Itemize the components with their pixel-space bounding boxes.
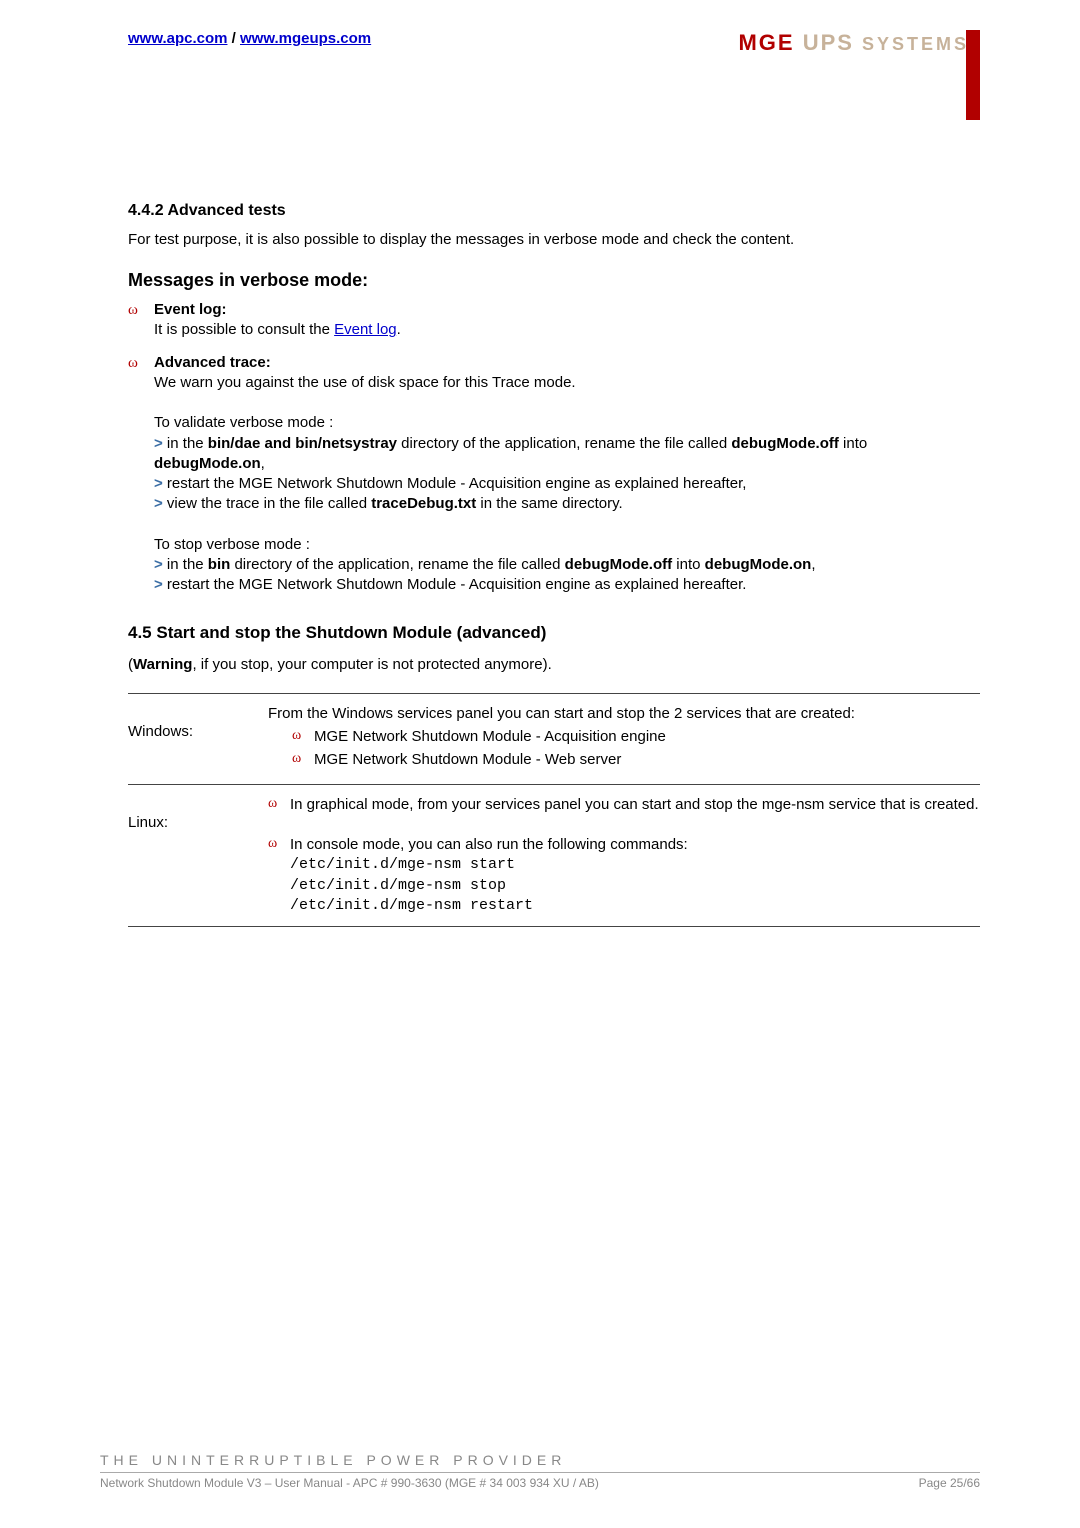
validate-l1a: in the — [163, 435, 208, 452]
footer-right: Page 25/66 — [919, 1476, 980, 1490]
stop-l1a: in the — [163, 556, 208, 573]
bullet-icon: ω — [268, 795, 290, 814]
validate-l1f: debugMode.on — [154, 455, 261, 472]
linux-b1: In graphical mode, from your services pa… — [290, 795, 979, 815]
brand-ups: UPS — [795, 30, 854, 55]
validate-heading: To validate verbose mode : — [154, 414, 333, 431]
header-links: www.apc.com / www.mgeups.com — [128, 30, 371, 47]
validate-l3a: view the trace in the file called — [163, 495, 371, 512]
footer-tagline: THE UNINTERRUPTIBLE POWER PROVIDER — [100, 1452, 980, 1468]
footer-left: Network Shutdown Module V3 – User Manual… — [100, 1476, 599, 1490]
heading-messages: Messages in verbose mode: — [128, 268, 980, 292]
eventlog-title: Event log: — [154, 301, 227, 318]
validate-l1b: bin/dae and bin/netsystray — [208, 435, 397, 452]
bullet-icon: ω — [128, 353, 154, 373]
gt-icon: > — [154, 556, 163, 573]
windows-b1: MGE Network Shutdown Module - Acquisitio… — [314, 727, 666, 747]
warning-line: (Warning, if you stop, your computer is … — [128, 655, 980, 675]
validate-l1d: debugMode.off — [731, 435, 838, 452]
bullet-icon: ω — [292, 727, 314, 747]
gt-icon: > — [154, 495, 163, 512]
stop-l1c: directory of the application, rename the… — [230, 556, 564, 573]
eventlog-text-b: . — [397, 321, 401, 338]
stop-l1b: bin — [208, 556, 231, 573]
windows-label: Windows: — [128, 704, 268, 774]
bullet-icon: ω — [268, 835, 290, 854]
stop-l2: restart the MGE Network Shutdown Module … — [163, 576, 747, 593]
brand-systems: SYSTEMS — [854, 34, 969, 54]
heading-4-4-2: 4.4.2 Advanced tests — [128, 200, 980, 222]
text-442-intro: For test purpose, it is also possible to… — [128, 230, 980, 250]
linux-cmd2: /etc/init.d/mge-nsm stop — [290, 876, 688, 896]
validate-l3b: traceDebug.txt — [371, 495, 476, 512]
stop-l1d: debugMode.off — [565, 556, 672, 573]
heading-4-5: 4.5 Start and stop the Shutdown Module (… — [128, 622, 980, 645]
validate-l1c: directory of the application, rename the… — [397, 435, 731, 452]
link-mgeups[interactable]: www.mgeups.com — [240, 30, 371, 47]
link-apc[interactable]: www.apc.com — [128, 30, 227, 47]
gt-icon: > — [154, 435, 163, 452]
eventlog-text-a: It is possible to consult the — [154, 321, 334, 338]
bullet-icon: ω — [292, 750, 314, 770]
validate-l1g: , — [261, 455, 265, 472]
linux-cmd3: /etc/init.d/mge-nsm restart — [290, 896, 688, 916]
windows-b2: MGE Network Shutdown Module - Web server — [314, 750, 621, 770]
validate-l3c: in the same directory. — [476, 495, 622, 512]
bullet-icon: ω — [128, 300, 154, 320]
linux-b2: In console mode, you can also run the fo… — [290, 835, 688, 855]
stop-l1g: , — [811, 556, 815, 573]
validate-l1e: into — [839, 435, 867, 452]
table-row: Windows: From the Windows services panel… — [128, 693, 980, 784]
stop-l1f: debugMode.on — [705, 556, 812, 573]
validate-l2: restart the MGE Network Shutdown Module … — [163, 475, 747, 492]
page-footer: THE UNINTERRUPTIBLE POWER PROVIDER Netwo… — [100, 1452, 980, 1490]
advtrace-warn: We warn you against the use of disk spac… — [154, 374, 576, 391]
eventlog-link[interactable]: Event log — [334, 321, 397, 338]
gt-icon: > — [154, 475, 163, 492]
gt-icon: > — [154, 576, 163, 593]
linux-label: Linux: — [128, 795, 268, 917]
slash: / — [227, 30, 240, 47]
windows-intro: From the Windows services panel you can … — [268, 704, 980, 724]
brand-mge: MGE — [738, 30, 794, 55]
stop-heading: To stop verbose mode : — [154, 536, 310, 553]
brand-stripe — [966, 30, 980, 120]
table-row: Linux: ω In graphical mode, from your se… — [128, 784, 980, 928]
stop-l1e: into — [672, 556, 705, 573]
brand-logo: MGE UPS SYSTEMS — [728, 30, 980, 120]
advtrace-title: Advanced trace: — [154, 354, 271, 371]
linux-cmd1: /etc/init.d/mge-nsm start — [290, 855, 688, 875]
